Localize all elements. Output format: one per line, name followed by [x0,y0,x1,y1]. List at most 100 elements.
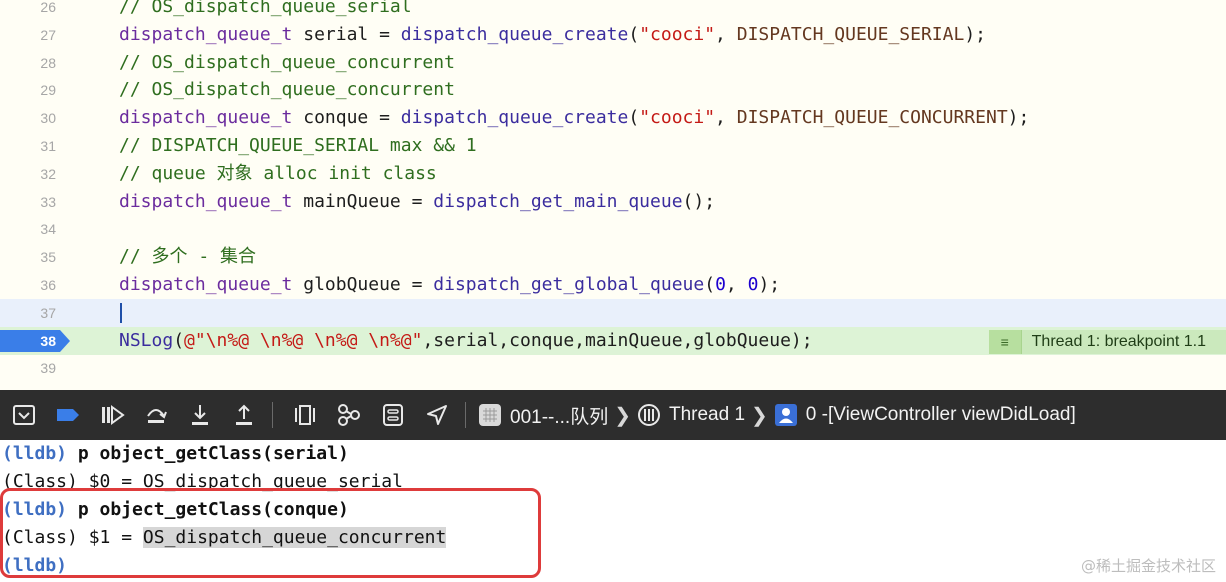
line-number[interactable]: 35 [0,243,56,271]
thread-badge-label: Thread 1: breakpoint 1.1 [1031,332,1206,350]
line-number[interactable]: 27 [0,21,56,49]
code-token: , [725,274,748,295]
toolbar-divider [465,402,466,428]
code-line[interactable]: 35 // 多个 - 集合 [0,243,1226,271]
thread-breakpoint-badge[interactable]: ≡ Thread 1: breakpoint 1.1 [988,329,1226,354]
code-token: @"\n%@ \n%@ \n%@ \n%@" [184,329,423,351]
code-line[interactable]: 31 // DISPATCH_QUEUE_SERIAL max && 1 [0,132,1226,160]
code-line[interactable]: 33 dispatch_queue_t mainQueue = dispatch_… [0,188,1226,216]
code-line[interactable]: 32 // queue 对象 alloc init class [0,160,1226,188]
source-editor[interactable]: 26 // OS_dispatch_queue_serial 27 dispatch_… [0,0,1226,390]
toolbar-divider [272,402,273,428]
line-number: 38 [40,332,56,349]
line-number[interactable]: 37 [0,299,56,327]
breakpoint-line[interactable]: 38 NSLog(@"\n%@ \n%@ \n%@ \n%@",serial,co… [0,326,1226,355]
code-line[interactable]: 34 [0,215,1226,243]
console-line: (lldb) p object_getClass(serial) [2,440,349,468]
chevron-right-icon: ❯ [751,404,768,427]
code-text: // OS_dispatch_queue_concurrent [119,76,455,104]
simulate-location-icon[interactable] [417,390,457,440]
code-token: // OS_dispatch_queue_concurrent [119,79,455,101]
view-debugger-icon[interactable] [285,390,325,440]
stack-frame-icon [774,403,798,427]
code-token: ( [173,329,185,351]
code-token: 0 [715,274,726,295]
line-number[interactable]: 30 [0,104,56,132]
code-token: dispatch_queue_t [119,23,293,45]
code-token: NSLog [119,329,174,351]
code-token: conque = [292,107,401,129]
thread-icon [637,403,661,427]
step-out-icon[interactable] [224,390,264,440]
watermark: @稀土掘金技术社区 [1080,557,1216,575]
code-token: "cooci" [639,107,716,129]
code-line[interactable]: 30 dispatch_queue_t conque = dispatch_que… [0,104,1226,132]
hamburger-icon: ≡ [988,329,1022,354]
breadcrumb-thread[interactable]: Thread 1 [669,404,745,426]
step-over-icon[interactable] [136,390,176,440]
memory-graph-icon[interactable] [329,390,369,440]
code-token: dispatch_get_main_queue [433,190,683,212]
environment-overrides-icon[interactable] [373,390,413,440]
code-token: dispatch_queue_create [400,107,629,129]
code-token: (); [682,190,716,212]
code-token: globQueue = [292,274,434,295]
line-number[interactable]: 26 [0,0,56,21]
line-number[interactable]: 31 [0,132,56,160]
code-text: dispatch_queue_t serial = dispatch_queue… [119,21,986,49]
code-token: // queue 对象 alloc init class [119,162,437,184]
code-line[interactable]: 36 dispatch_queue_t globQueue = dispatch_… [0,271,1226,299]
app-target-icon [478,403,502,427]
line-number[interactable]: 39 [0,354,56,382]
code-token: , [715,107,737,129]
code-text: // queue 对象 alloc init class [119,160,437,188]
breakpoint-marker[interactable]: 38 [0,329,70,352]
line-number[interactable]: 34 [0,215,56,243]
chevron-right-icon: ❯ [614,404,631,427]
code-token: "cooci" [639,23,716,45]
code-token: serial = [292,23,401,45]
code-token: ( [628,23,640,45]
code-token: DISPATCH_QUEUE_SERIAL [736,23,965,45]
step-into-icon[interactable] [180,390,220,440]
code-text: // OS_dispatch_queue_serial [119,0,412,21]
breakpoint-toggle-icon[interactable] [48,390,88,440]
code-token: // 多个 - 集合 [119,246,257,268]
line-number[interactable]: 36 [0,271,56,299]
line-number[interactable]: 33 [0,188,56,216]
breadcrumb: 001--...队列 ❯ Thread 1 ❯ 0 -[ViewControll… [478,402,1076,429]
code-line[interactable]: 26 // OS_dispatch_queue_serial [0,0,1226,21]
code-token: ( [704,274,716,295]
lldb-prompt: (lldb) [2,443,68,464]
code-token: ,serial,conque,mainQueue,globQueue); [422,329,813,351]
code-token: ); [1007,107,1030,129]
line-number[interactable]: 32 [0,160,56,188]
code-text: dispatch_queue_t mainQueue = dispatch_ge… [119,188,715,216]
code-line[interactable]: 39 [0,354,1226,382]
code-line[interactable]: 27 dispatch_queue_t serial = dispatch_que… [0,21,1226,49]
current-line[interactable]: 37 [0,298,1226,327]
hide-console-icon[interactable] [4,390,44,440]
line-number[interactable]: 29 [0,76,56,104]
code-token: // OS_dispatch_queue_concurrent [119,51,455,73]
code-line[interactable]: 28 // OS_dispatch_queue_concurrent [0,49,1226,77]
code-token: dispatch_queue_create [400,23,629,45]
code-token: ( [628,107,640,129]
continue-icon[interactable] [92,390,132,440]
console-command: p object_getClass(serial) [77,443,349,464]
code-text: NSLog(@"\n%@ \n%@ \n%@ \n%@",serial,conq… [119,327,813,355]
debug-toolbar: 001--...队列 ❯ Thread 1 ❯ 0 -[ViewControll… [0,390,1226,440]
code-text: // 多个 - 集合 [119,243,256,271]
code-text: // OS_dispatch_queue_concurrent [119,49,455,77]
code-token: mainQueue = [292,190,434,212]
code-token: 0 [747,274,759,295]
text-cursor [120,302,122,323]
breadcrumb-target[interactable]: 001--...队列 [510,402,608,429]
code-token: , [715,23,737,45]
line-number[interactable]: 28 [0,49,56,77]
code-token: // DISPATCH_QUEUE_SERIAL max && 1 [119,135,477,156]
code-token: ); [964,23,986,45]
code-text: dispatch_queue_t conque = dispatch_queue… [119,104,1029,132]
breadcrumb-frame[interactable]: 0 -[ViewController viewDidLoad] [806,404,1076,426]
code-line[interactable]: 29 // OS_dispatch_queue_concurrent [0,76,1226,104]
